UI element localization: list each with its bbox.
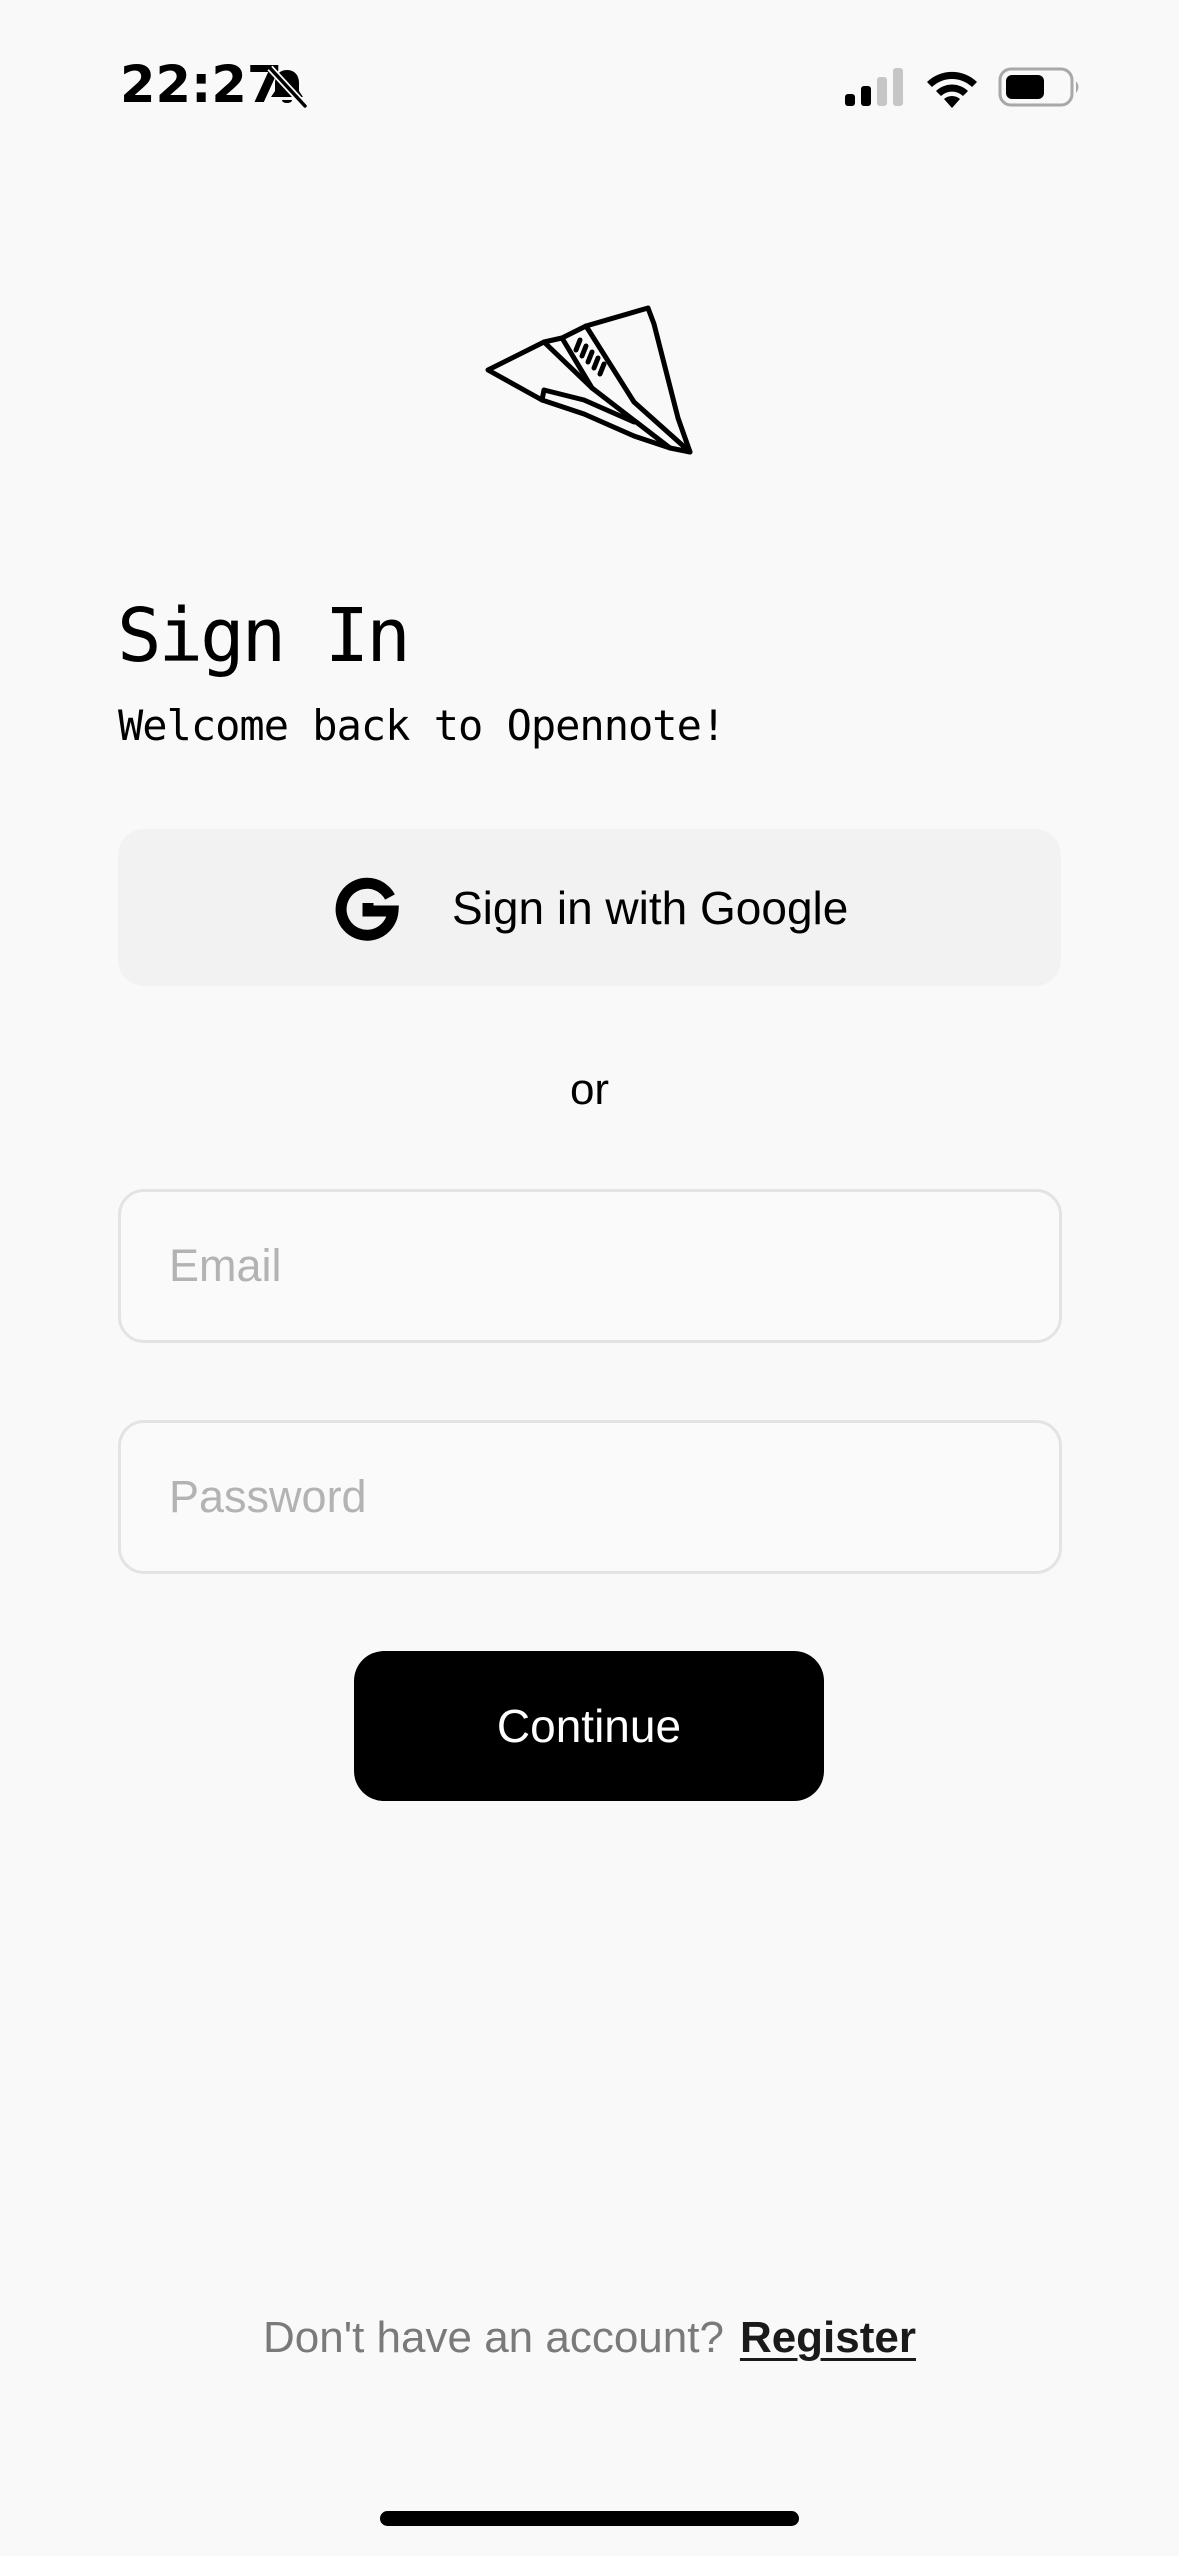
paper-plane-icon: [485, 305, 693, 455]
cellular-signal-icon: [845, 68, 903, 106]
or-divider: or: [569, 1065, 610, 1114]
google-icon: [335, 877, 399, 941]
page-title: Sign In: [117, 593, 411, 679]
register-link[interactable]: Register: [740, 2313, 916, 2362]
email-field[interactable]: [118, 1189, 1062, 1343]
register-prompt: Don't have an account? Register: [0, 2308, 1179, 2368]
wifi-icon: [927, 71, 977, 108]
page-subtitle: Welcome back to Opennote!: [118, 701, 726, 750]
password-field[interactable]: [118, 1420, 1062, 1574]
home-indicator[interactable]: [380, 2511, 799, 2526]
bell-slash-icon: [267, 65, 308, 109]
register-prompt-text: Don't have an account?: [262, 2313, 724, 2362]
continue-button[interactable]: Continue: [354, 1651, 824, 1801]
battery-icon: [998, 67, 1079, 107]
continue-label: Continue: [496, 1700, 682, 1752]
status-time: 22:27: [120, 56, 283, 115]
google-sign-in-label: Sign in with Google: [452, 882, 849, 934]
